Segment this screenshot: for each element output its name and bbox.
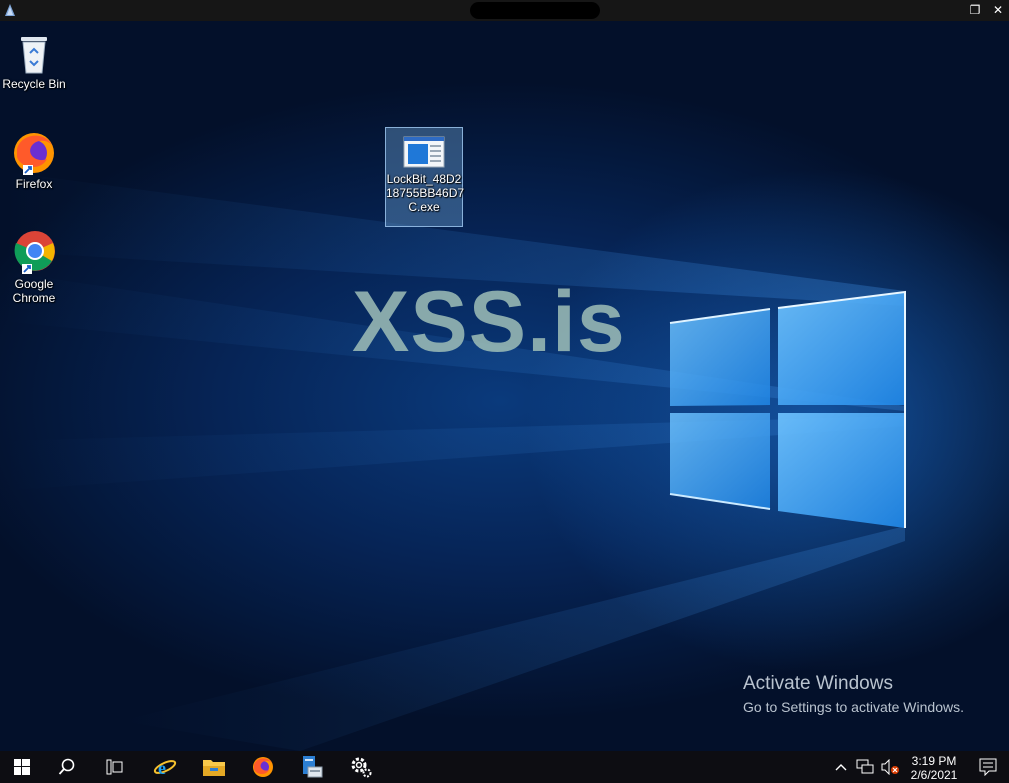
close-button[interactable]: ✕ (987, 0, 1009, 21)
desktop-icon-label: Recycle Bin (2, 77, 66, 91)
desktop-icon-label: C.exe (408, 200, 440, 214)
activate-windows-notice: Activate Windows Go to Settings to activ… (743, 673, 964, 715)
taskbar-settings[interactable] (339, 751, 383, 783)
volume-muted-icon (881, 759, 899, 775)
server-manager-icon (303, 756, 323, 778)
activate-windows-title: Activate Windows (743, 673, 893, 694)
chevron-up-icon (835, 764, 847, 771)
desktop[interactable]: Recycle Bin Firefox Google Chrome LockBi… (0, 21, 1009, 751)
executable-file-icon (403, 136, 445, 168)
clock-date: 2/6/2021 (910, 768, 958, 782)
settings-gear-icon (351, 757, 372, 778)
firefox-icon (253, 757, 273, 777)
taskbar-file-explorer[interactable] (192, 751, 236, 783)
task-view-icon (106, 759, 123, 775)
desktop-icon-firefox[interactable]: Firefox (0, 129, 72, 191)
show-hidden-icons-button[interactable] (832, 751, 850, 783)
desktop-icon-label: 18755BB46D7 (386, 186, 465, 200)
desktop-icon-label: Google Chrome (12, 277, 56, 305)
svg-text:e: e (158, 758, 166, 778)
network-status[interactable] (854, 751, 876, 783)
xss-watermark: XSS.is (352, 274, 626, 370)
chrome-icon (14, 231, 55, 274)
wallpaper-windows-logo (0, 171, 906, 751)
notification-icon (979, 758, 997, 776)
search-icon (58, 758, 75, 775)
action-center-button[interactable] (975, 751, 1001, 783)
taskbar: e 3:19 PM 2/6/2021 (0, 751, 1009, 783)
freerdp-title-bar: FreeRDP ❐ ✕ (0, 0, 1009, 21)
desktop-icon-label: LockBit_48D2 (386, 172, 462, 186)
taskbar-clock[interactable]: 3:19 PM 2/6/2021 (905, 754, 963, 782)
desktop-icon-google-chrome[interactable]: Google Chrome (0, 229, 72, 305)
taskbar-firefox[interactable] (241, 751, 285, 783)
start-icon (14, 759, 30, 775)
desktop-icon-lockbit-executable[interactable]: LockBit_48D2 18755BB46D7 C.exe (385, 127, 465, 227)
activate-windows-subtitle: Go to Settings to activate Windows. (743, 699, 964, 715)
network-icon (856, 759, 874, 774)
internet-explorer-icon: e (153, 758, 177, 778)
taskbar-internet-explorer[interactable]: e (143, 751, 187, 783)
desktop-icon-label: Firefox (15, 177, 53, 191)
desktop-icon-recycle-bin[interactable]: Recycle Bin (0, 31, 72, 91)
taskbar-server-manager[interactable] (290, 751, 334, 783)
task-view-button[interactable] (93, 751, 137, 783)
redaction-mark (470, 2, 600, 19)
file-explorer-icon (203, 760, 225, 776)
start-button[interactable] (0, 751, 44, 783)
volume-control[interactable] (879, 751, 901, 783)
firefox-icon (14, 133, 54, 175)
clock-time: 3:19 PM (911, 754, 957, 768)
search-button[interactable] (45, 751, 89, 783)
restore-button[interactable]: ❐ (964, 0, 986, 21)
recycle-bin-icon (21, 37, 47, 74)
